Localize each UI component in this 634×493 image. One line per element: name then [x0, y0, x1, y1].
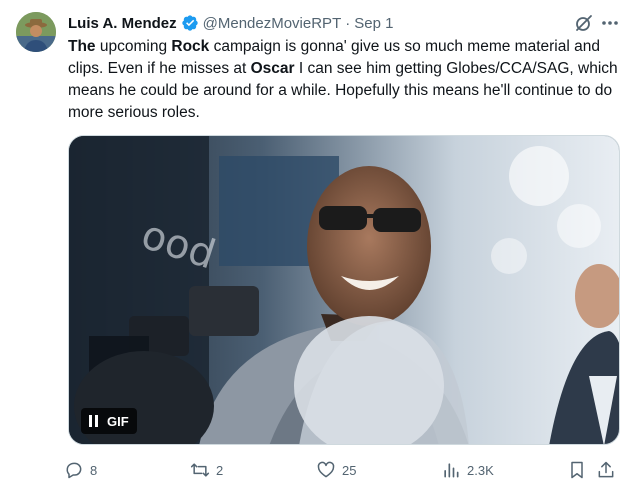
separator-dot: ·: [345, 14, 351, 32]
verified-badge-icon: [181, 14, 199, 32]
repost-count: 2: [216, 462, 224, 478]
display-name[interactable]: Luis A. Mendez: [68, 15, 177, 32]
reply-icon: [66, 462, 82, 479]
tweet-text-bold-segment: The: [68, 38, 96, 55]
reply-count: 8: [90, 462, 98, 478]
gif-frame-image: ood: [69, 136, 619, 444]
reply-button[interactable]: 8: [64, 457, 97, 483]
tweet-media-gif[interactable]: ood GIF: [68, 135, 620, 445]
like-button[interactable]: 25: [316, 457, 356, 483]
tweet-text-segment: upcoming: [95, 38, 172, 55]
handle[interactable]: @MendezMovieRPT: [203, 15, 342, 32]
share-icon: [598, 461, 614, 478]
heart-icon: [317, 461, 335, 478]
bookmark-icon: [571, 461, 583, 479]
gif-badge: GIF: [107, 413, 129, 429]
tweet-text-bold-segment: Oscar: [250, 60, 295, 77]
tweet-text-bold-segment: Rock: [171, 38, 210, 55]
analytics-icon: [444, 463, 459, 478]
views-count: 2.3K: [467, 462, 494, 478]
timestamp[interactable]: Sep 1: [354, 15, 393, 32]
tweet-header: Luis A. Mendez @MendezMovieRPT · Sep 1: [68, 12, 393, 34]
repost-icon: [190, 463, 210, 477]
grok-icon[interactable]: [574, 13, 594, 33]
like-count: 25: [342, 462, 357, 478]
avatar[interactable]: [16, 12, 56, 52]
share-button[interactable]: [596, 457, 616, 483]
views-button[interactable]: 2.3K: [441, 457, 494, 483]
pause-icon[interactable]: [89, 414, 101, 428]
tweet[interactable]: Luis A. Mendez @MendezMovieRPT · Sep 1 T…: [0, 0, 634, 493]
tweet-actions: 8 2 25 2.3K: [60, 457, 620, 483]
bookmark-button[interactable]: [567, 457, 587, 483]
more-options-icon[interactable]: [600, 13, 620, 33]
tweet-text: The upcoming Rock campaign is gonna' giv…: [68, 36, 618, 124]
repost-button[interactable]: 2: [190, 457, 223, 483]
gif-controls[interactable]: GIF: [81, 408, 137, 434]
